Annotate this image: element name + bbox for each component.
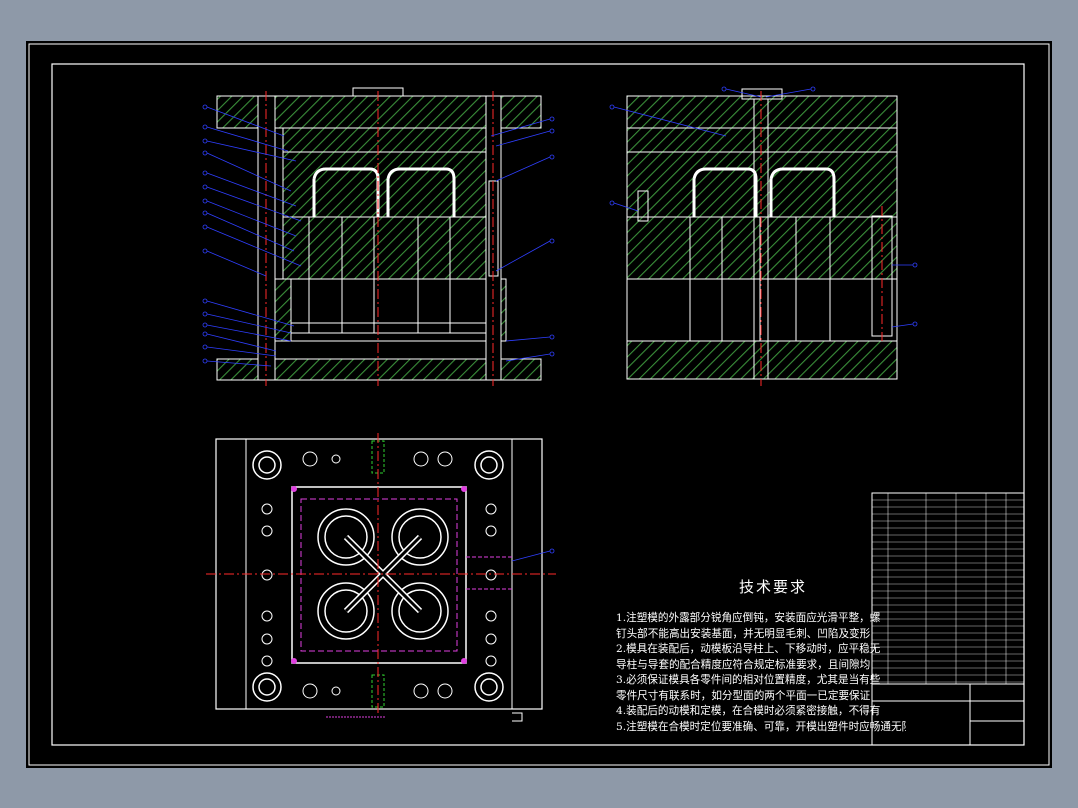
technical-requirements: 技术要求 1.注塑模的外露部分锐角应倒钝，安装面应光滑平整，螺 钉头部不能高出安…	[616, 576, 906, 735]
drawing-canvas: 技术要求 1.注塑模的外露部分锐角应倒钝，安装面应光滑平整，螺 钉头部不能高出安…	[26, 41, 1052, 768]
note-line: 1.注塑模的外露部分锐角应倒钝，安装面应光滑平整，螺	[616, 612, 881, 624]
note-line: 2.模具在装配后，动模板沿导柱上、下移动时，应平稳无	[616, 643, 881, 655]
notes-title: 技术要求	[738, 578, 807, 596]
note-line: 钉头部不能高出安装基面，并无明显毛刺、凹陷及变形	[616, 627, 871, 640]
note-line: 导柱与导套的配合精度应符合规定标准要求，且间隙均	[616, 658, 871, 671]
front-section-view	[202, 87, 555, 386]
note-line: 3.必须保证模具各零件间的相对位置精度，尤其是当有些	[616, 674, 881, 686]
side-section-view	[609, 86, 918, 386]
note-line: 5.注塑模在合模时定位要准确、可靠，开模出塑件时应畅通无阻	[616, 720, 906, 733]
plan-view	[206, 433, 556, 722]
note-line: 零件尺寸有联系时，如分型面的两个平面一已定要保证	[616, 689, 871, 702]
note-line: 4.装配后的动模和定模，在合模时必须紧密接触，不得有	[616, 705, 881, 717]
notes-list: 1.注塑模的外露部分锐角应倒钝，安装面应光滑平整，螺 钉头部不能高出安装基面，并…	[616, 611, 906, 735]
